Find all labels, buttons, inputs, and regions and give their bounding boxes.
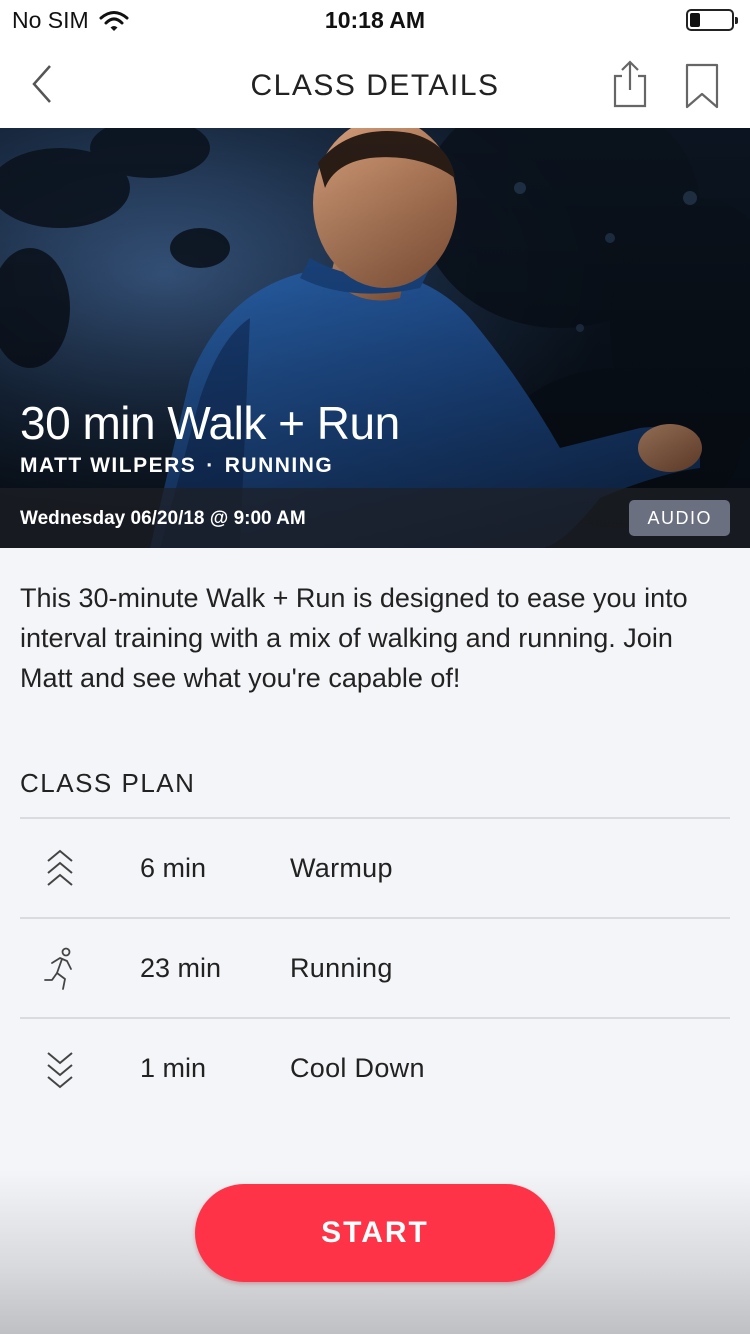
cooldown-chevrons-down-icon (47, 1052, 73, 1089)
class-plan-list: 6 min Warmup 23 min Running 1 min Cool D… (20, 817, 730, 1119)
nav-bar: CLASS DETAILS (0, 40, 750, 128)
bookmark-icon[interactable] (682, 62, 722, 110)
battery-level (690, 13, 700, 27)
clock: 10:18 AM (324, 7, 426, 33)
warmup-chevrons-up-icon (47, 849, 73, 886)
class-meta: MATT WILPERS · RUNNING (20, 454, 333, 478)
plan-segment-name: Running (290, 953, 393, 983)
plan-segment-name: Cool Down (290, 1053, 425, 1083)
class-date: Wednesday 06/20/18 @ 9:00 AM (20, 508, 306, 529)
running-person-icon (44, 947, 72, 990)
plan-segment-name: Warmup (290, 853, 393, 883)
start-button[interactable]: START (195, 1184, 555, 1282)
plan-item-running: 23 min Running (20, 919, 730, 1019)
class-title: 30 min Walk + Run (20, 397, 400, 449)
class-plan-heading: CLASS PLAN (20, 768, 196, 798)
battery-icon (686, 9, 738, 31)
plan-duration: 1 min (140, 1053, 207, 1083)
plan-item-cooldown: 1 min Cool Down (20, 1019, 730, 1119)
class-info-bar: Wednesday 06/20/18 @ 9:00 AM AUDIO (0, 488, 750, 548)
share-icon[interactable] (610, 58, 650, 110)
class-description: This 30-minute Walk + Run is designed to… (20, 583, 688, 693)
plan-item-warmup: 6 min Warmup (20, 819, 730, 919)
class-hero: 30 min Walk + Run MATT WILPERS · RUNNING… (0, 128, 750, 548)
plan-duration: 23 min (140, 953, 222, 983)
status-bar: No SIM 10:18 AM (0, 0, 750, 40)
instructor-name[interactable]: MATT WILPERS (20, 454, 196, 478)
class-category: RUNNING (224, 454, 334, 477)
instructor-photo (0, 128, 750, 548)
plan-duration: 6 min (140, 853, 207, 883)
audio-badge: AUDIO (629, 500, 730, 536)
meta-separator: · (206, 454, 215, 477)
